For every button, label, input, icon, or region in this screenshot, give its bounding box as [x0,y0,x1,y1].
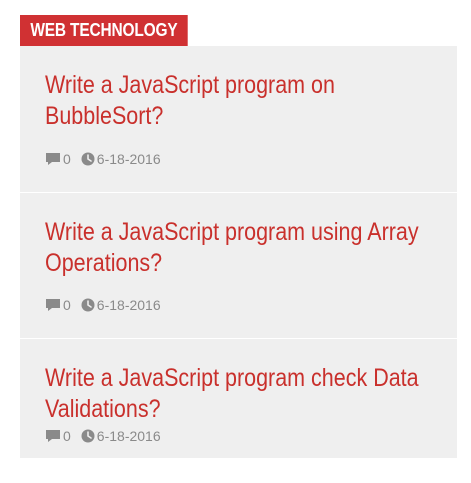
section-header: WEB TECHNOLOGY [20,15,188,46]
post-item: Write a JavaScript program on BubbleSort… [20,46,457,192]
comment-count[interactable]: 0 [45,151,71,167]
post-meta: 0 6-18-2016 [45,150,171,168]
post-date-value: 6-18-2016 [96,428,161,444]
clock-icon [81,298,95,312]
post-date: 6-18-2016 [81,428,161,444]
comment-count[interactable]: 0 [45,297,71,313]
post-meta: 0 6-18-2016 [45,427,171,445]
post-item: Write a JavaScript program using Array O… [20,192,457,338]
web-technology-widget: WEB TECHNOLOGY Write a JavaScript progra… [0,0,471,483]
comment-icon [46,430,60,442]
comment-icon [46,299,60,311]
post-title-link[interactable]: Write a JavaScript program using Array O… [45,217,432,279]
post-list: Write a JavaScript program on BubbleSort… [20,46,457,458]
post-meta: 0 6-18-2016 [45,296,171,314]
clock-icon [81,429,95,443]
clock-icon [81,152,95,166]
comment-count-value: 0 [63,297,71,313]
post-date: 6-18-2016 [81,151,161,167]
post-title-link[interactable]: Write a JavaScript program on BubbleSort… [45,70,432,132]
post-date: 6-18-2016 [81,297,161,313]
post-date-value: 6-18-2016 [96,297,161,313]
post-date-value: 6-18-2016 [96,151,161,167]
comment-icon [46,153,60,165]
comment-count[interactable]: 0 [45,428,71,444]
comment-count-value: 0 [63,428,71,444]
post-item: Write a JavaScript program check Data Va… [20,338,457,458]
post-title-link[interactable]: Write a JavaScript program check Data Va… [45,363,432,425]
comment-count-value: 0 [63,151,71,167]
